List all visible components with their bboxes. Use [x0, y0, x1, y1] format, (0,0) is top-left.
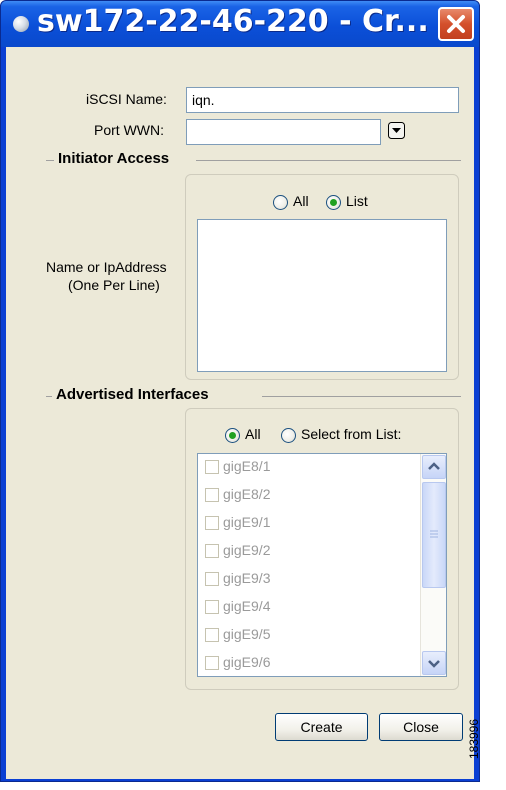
list-item[interactable]: gigE9/6 — [198, 650, 416, 676]
interface-label: gigE9/5 — [223, 626, 271, 642]
section-divider — [262, 396, 461, 397]
section-divider — [46, 160, 54, 161]
interfaces-all-label: All — [245, 426, 261, 442]
section-divider — [46, 396, 52, 397]
interfaces-list[interactable]: gigE8/1 gigE8/2 gigE9/1 gigE9/2 gigE9/3 … — [197, 453, 447, 677]
scroll-thumb[interactable] — [422, 482, 446, 588]
list-item[interactable]: gigE9/3 — [198, 566, 416, 594]
scroll-up-button[interactable] — [422, 455, 446, 479]
initiator-all-label: All — [293, 193, 309, 209]
port-wwn-input[interactable] — [186, 119, 381, 145]
interface-checkbox[interactable] — [205, 628, 219, 642]
scroll-down-button[interactable] — [422, 651, 446, 675]
chevron-up-icon — [428, 462, 440, 470]
interface-label: gigE9/6 — [223, 654, 271, 670]
grip-icon — [430, 530, 438, 538]
dialog-body: iSCSI Name: iqn. Port WWN: Initiator Acc… — [6, 47, 474, 779]
list-item[interactable]: gigE8/1 — [198, 454, 416, 482]
interface-label: gigE8/1 — [223, 458, 271, 474]
figure-id-text: 183996 — [467, 718, 482, 760]
title-bar[interactable]: sw172-22-46-220 - Cr... — [1, 1, 479, 47]
interfaces-select-label: Select from List: — [301, 426, 402, 442]
globe-icon — [13, 16, 29, 32]
figure-id: 183996 — [467, 700, 504, 780]
interface-label: gigE9/1 — [223, 514, 271, 530]
interface-label: gigE8/2 — [223, 486, 271, 502]
list-item[interactable]: gigE8/2 — [198, 482, 416, 510]
initiator-names-textarea[interactable] — [197, 219, 447, 372]
interface-checkbox[interactable] — [205, 516, 219, 530]
interface-checkbox[interactable] — [205, 544, 219, 558]
initiator-list-radio[interactable] — [326, 195, 341, 210]
close-icon — [447, 15, 465, 33]
one-per-line-label: (One Per Line) — [68, 277, 160, 293]
interface-checkbox[interactable] — [205, 460, 219, 474]
name-or-ip-label: Name or IpAddress — [46, 259, 167, 275]
list-item[interactable]: gigE9/4 — [198, 594, 416, 622]
list-item[interactable]: gigE9/1 — [198, 510, 416, 538]
interface-label: gigE9/2 — [223, 542, 271, 558]
window-title: sw172-22-46-220 - Cr... — [37, 4, 429, 39]
interface-checkbox[interactable] — [205, 572, 219, 586]
section-divider — [196, 160, 461, 161]
initiator-list-label: List — [346, 193, 368, 209]
list-item[interactable]: gigE9/2 — [198, 538, 416, 566]
list-item[interactable]: gigE9/5 — [198, 622, 416, 650]
close-button[interactable]: Close — [379, 713, 463, 741]
interface-checkbox[interactable] — [205, 656, 219, 670]
port-wwn-dropdown-button[interactable] — [388, 122, 405, 139]
create-dialog-window: sw172-22-46-220 - Cr... iSCSI Name: iqn.… — [0, 0, 480, 782]
iscsi-name-input[interactable]: iqn. — [186, 87, 459, 113]
port-wwn-label: Port WWN: — [94, 122, 164, 138]
interface-label: gigE9/3 — [223, 570, 271, 586]
chevron-down-icon — [428, 660, 440, 668]
advertised-interfaces-title: Advertised Interfaces — [54, 386, 211, 403]
initiator-access-title: Initiator Access — [56, 150, 172, 167]
vertical-scrollbar[interactable] — [420, 454, 446, 676]
interface-checkbox[interactable] — [205, 600, 219, 614]
interface-checkbox[interactable] — [205, 488, 219, 502]
create-button[interactable]: Create — [275, 713, 368, 741]
close-window-button[interactable] — [438, 7, 474, 41]
interfaces-select-radio[interactable] — [281, 428, 296, 443]
interfaces-all-radio[interactable] — [225, 428, 240, 443]
interface-label: gigE9/4 — [223, 598, 271, 614]
initiator-all-radio[interactable] — [273, 195, 288, 210]
iscsi-name-label: iSCSI Name: — [86, 91, 167, 107]
chevron-down-icon — [388, 122, 405, 139]
